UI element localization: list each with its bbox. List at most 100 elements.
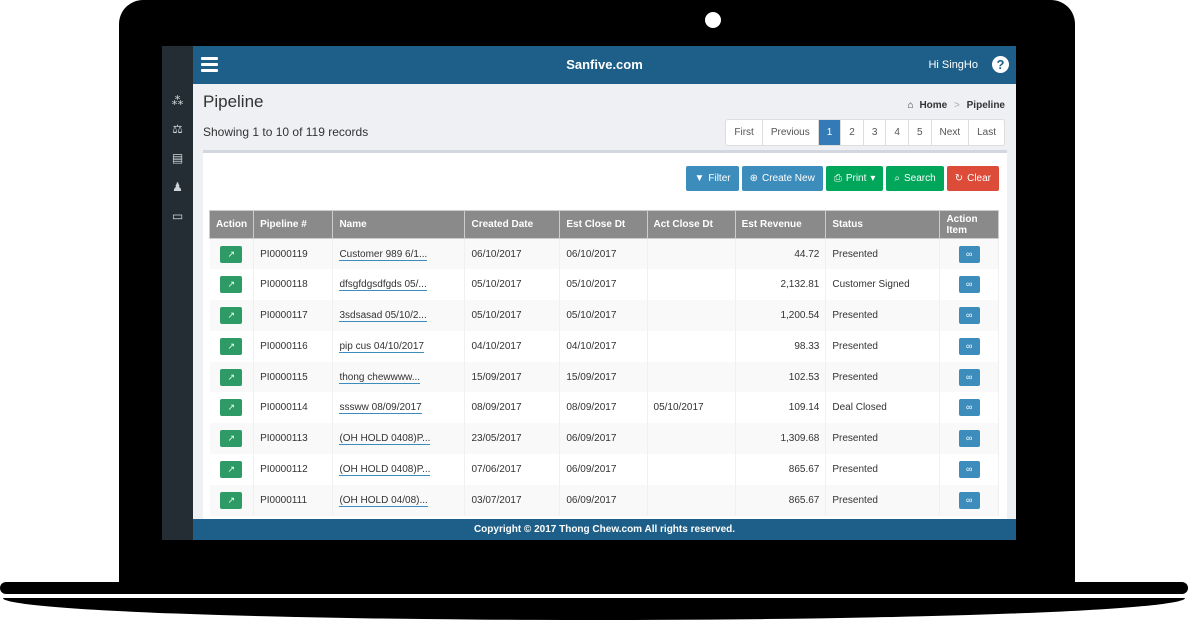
est-revenue: 1,309.68 [735, 423, 827, 455]
edit-external-icon[interactable]: ↗ [220, 399, 243, 417]
column-header[interactable]: Action Item [939, 210, 999, 239]
link-icon[interactable]: ∞ [958, 306, 980, 324]
pipeline-name-link[interactable]: dfsgfdgsdfgds 05/... [339, 279, 427, 292]
column-header[interactable]: Status [825, 210, 941, 239]
est-close-date: 06/09/2017 [559, 454, 648, 485]
page-5[interactable]: 5 [909, 120, 932, 145]
act-close-date [647, 361, 736, 393]
edit-external-icon[interactable]: ↗ [220, 368, 243, 386]
sidebar: ⁂ ⚖ ▤ ♟ ▭ [162, 46, 193, 540]
record-count: Showing 1 to 10 of 119 records [203, 125, 369, 139]
search-button[interactable]: ⌕ Search [886, 166, 944, 191]
sidebar-item-balance[interactable]: ⚖ [162, 120, 193, 138]
page-first[interactable]: First [726, 120, 763, 145]
pagination: First Previous 1 2 3 4 5 Next Last [725, 119, 1005, 146]
name-cell: (OH HOLD 04/08)... [332, 484, 466, 516]
est-close-date: 05/10/2017 [559, 269, 648, 301]
clear-label: Clear [967, 173, 991, 184]
link-icon[interactable]: ∞ [958, 430, 980, 448]
pipeline-name-link[interactable]: (OH HOLD 04/08)... [339, 494, 428, 507]
name-cell: thong chewwww... [332, 361, 466, 393]
page-next[interactable]: Next [932, 120, 970, 145]
est-revenue: 44.72 [735, 238, 827, 270]
status: Presented [825, 361, 941, 393]
status: Presented [825, 454, 941, 485]
pipeline-name-link[interactable]: (OH HOLD 0408)P... [339, 463, 431, 476]
sidebar-item-users[interactable]: ♟ [162, 178, 193, 196]
help-icon[interactable]: ? [992, 56, 1009, 73]
toolbar: ▼ Filter ⊕ Create New ⎙ Print ▾ ⌕ Search… [686, 166, 999, 191]
link-icon[interactable]: ∞ [958, 368, 980, 386]
sidebar-item-desktop[interactable]: ▭ [162, 207, 193, 225]
created-date: 07/06/2017 [464, 454, 561, 485]
edit-external-icon[interactable]: ↗ [220, 276, 243, 294]
table-body: ↗ PI0000119 Customer 989 6/1... 06/10/2017 0… [209, 238, 999, 516]
sidebar-item-documents[interactable]: ▤ [162, 149, 193, 167]
link-icon[interactable]: ∞ [958, 460, 980, 478]
link-icon[interactable]: ∞ [958, 337, 980, 355]
column-header[interactable]: Act Close Dt [646, 210, 736, 239]
page-2[interactable]: 2 [841, 120, 864, 145]
name-cell: dfsgfdgsdfgds 05/... [332, 269, 466, 301]
pipeline-name-link[interactable]: thong chewwww... [339, 371, 421, 384]
column-header[interactable]: Created Date [464, 210, 561, 239]
link-icon[interactable]: ∞ [958, 491, 980, 509]
pipeline-id: PI0000116 [253, 330, 334, 362]
page-last[interactable]: Last [969, 120, 1004, 145]
user-greeting[interactable]: Hi SingHo [928, 59, 978, 71]
edit-external-icon[interactable]: ↗ [220, 491, 243, 509]
name-cell: 3sdsasad 05/10/2... [332, 300, 466, 331]
edit-external-icon[interactable]: ↗ [220, 306, 243, 324]
status: Presented [825, 484, 941, 516]
est-revenue: 102.53 [735, 361, 827, 393]
status: Presented [825, 300, 941, 331]
edit-external-icon[interactable]: ↗ [220, 337, 243, 355]
link-icon[interactable]: ∞ [958, 245, 980, 263]
act-close-date [647, 238, 736, 270]
search-icon: ⌕ [894, 173, 901, 184]
edit-external-icon[interactable]: ↗ [220, 430, 243, 448]
pipeline-name-link[interactable]: (OH HOLD 0408)P... [339, 433, 431, 446]
action-cell: ↗ [209, 454, 255, 485]
created-date: 15/09/2017 [464, 361, 561, 393]
edit-external-icon[interactable]: ↗ [220, 460, 243, 478]
app-screen: ⁂ ⚖ ▤ ♟ ▭ Sanfive.com Hi SingHo ? Pipeli… [162, 46, 1016, 540]
name-cell: (OH HOLD 0408)P... [332, 454, 466, 485]
page-4[interactable]: 4 [886, 120, 909, 145]
column-header[interactable]: Action [208, 210, 255, 239]
link-icon[interactable]: ∞ [958, 399, 980, 417]
breadcrumb-current: Pipeline [966, 100, 1005, 111]
edit-external-icon[interactable]: ↗ [220, 245, 243, 263]
create-new-label: Create New [762, 173, 815, 184]
name-cell: pip cus 04/10/2017 [332, 330, 466, 362]
print-button[interactable]: ⎙ Print ▾ [825, 166, 884, 191]
pipeline-name-link[interactable]: pip cus 04/10/2017 [339, 340, 424, 353]
caret-down-icon: ▾ [870, 173, 876, 184]
clear-button[interactable]: ↻ Clear [946, 166, 999, 191]
act-close-date: 05/10/2017 [647, 392, 736, 424]
act-close-date [647, 484, 736, 516]
files-icon: ▤ [171, 151, 184, 165]
action-item-cell: ∞ [939, 300, 999, 331]
pipeline-name-link[interactable]: 3sdsasad 05/10/2... [339, 309, 427, 322]
column-header[interactable]: Pipeline # [253, 210, 334, 239]
column-header[interactable]: Est Close Dt [559, 210, 648, 239]
pipeline-name-link[interactable]: sssww 08/09/2017 [339, 402, 422, 415]
filter-button[interactable]: ▼ Filter [686, 166, 739, 191]
action-cell: ↗ [209, 269, 255, 301]
link-icon[interactable]: ∞ [958, 276, 980, 294]
sidebar-item-dashboard[interactable]: ⁂ [162, 92, 193, 110]
breadcrumb-home[interactable]: Home [919, 100, 947, 111]
page-3[interactable]: 3 [864, 120, 887, 145]
refresh-icon: ↻ [954, 173, 964, 184]
create-new-button[interactable]: ⊕ Create New [741, 166, 823, 191]
page-previous[interactable]: Previous [763, 120, 819, 145]
status: Customer Signed [825, 269, 941, 301]
breadcrumb: ⌂ Home > Pipeline [908, 100, 1005, 111]
column-header[interactable]: Est Revenue [734, 210, 827, 239]
pipeline-name-link[interactable]: Customer 989 6/1... [339, 248, 428, 261]
column-header[interactable]: Name [332, 210, 466, 239]
page-1[interactable]: 1 [818, 120, 842, 145]
est-revenue: 109.14 [735, 392, 827, 424]
footer: Copyright © 2017 Thong Chew.com All righ… [193, 519, 1016, 540]
